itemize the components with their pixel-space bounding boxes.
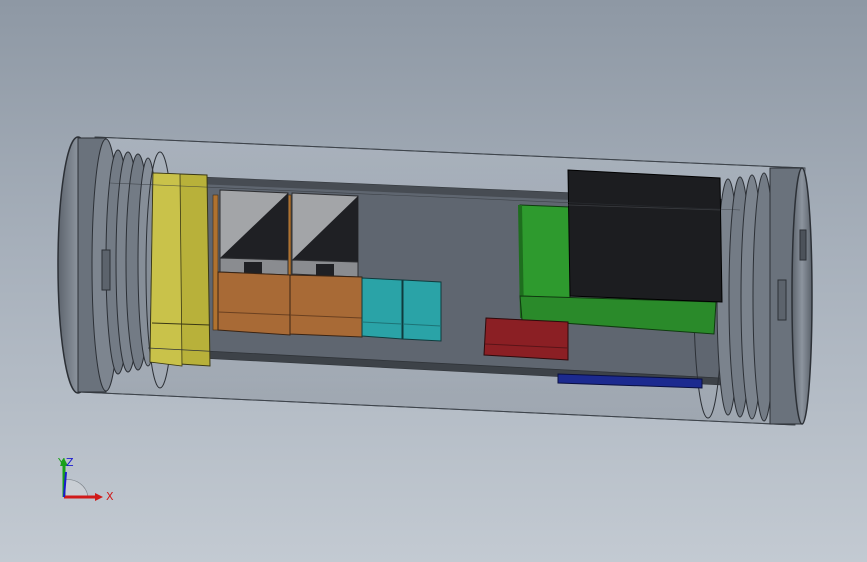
black-module[interactable] [567, 169, 723, 303]
yellow-component[interactable] [149, 172, 211, 367]
cyan-capacitor-2[interactable] [402, 279, 442, 342]
transformer-2[interactable] [289, 192, 363, 338]
y-axis-label: Y [57, 456, 65, 469]
cyan-capacitor-1[interactable] [361, 277, 403, 340]
assembly-model[interactable] [0, 0, 867, 562]
cad-viewport[interactable]: Y Z X [0, 0, 867, 562]
orange-divider-1 [212, 194, 219, 331]
x-axis-label: X [106, 490, 114, 503]
axis-triad: Y Z X [57, 456, 114, 503]
red-component[interactable] [483, 317, 569, 361]
z-axis-label: Z [66, 456, 74, 469]
transformer-1[interactable] [217, 189, 291, 336]
